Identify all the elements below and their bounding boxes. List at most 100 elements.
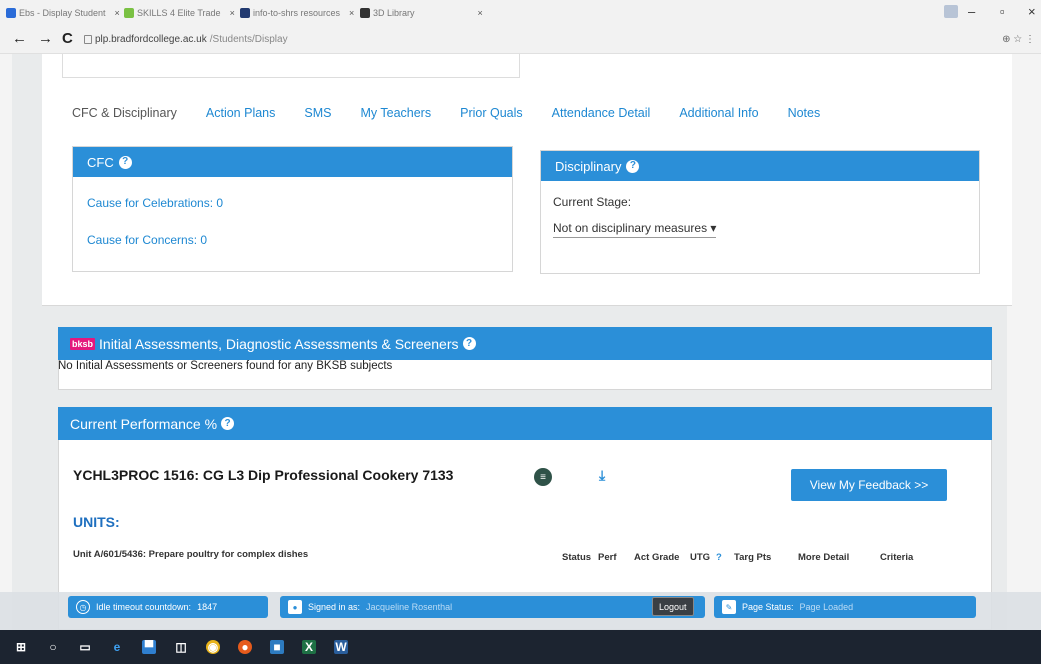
tab-action-plans[interactable]: Action Plans bbox=[206, 106, 275, 120]
signed-in-pill: ● Signed in as: Jacqueline Rosenthal bbox=[280, 596, 705, 618]
browser-tab-label: Ebs - Display Student bbox=[19, 8, 106, 18]
url-path: /Students/Display bbox=[209, 34, 288, 45]
help-icon[interactable]: ? bbox=[221, 417, 235, 430]
utg-help-icon[interactable]: ? bbox=[716, 552, 722, 563]
forward-arrow-icon[interactable]: → bbox=[38, 30, 53, 47]
tab-sms[interactable]: SMS bbox=[304, 106, 331, 120]
ebs-favicon-icon bbox=[6, 8, 16, 18]
search-icon[interactable]: ○ bbox=[46, 640, 60, 654]
idle-label: Idle timeout countdown: bbox=[96, 602, 192, 612]
col-status: Status bbox=[562, 552, 592, 563]
col-perf: Perf bbox=[598, 552, 617, 563]
col-utg: UTG bbox=[690, 552, 711, 563]
tab-attendance-detail[interactable]: Attendance Detail bbox=[552, 106, 651, 120]
course-info-icon[interactable]: ≡ bbox=[534, 468, 552, 486]
no-assessments-message: No Initial Assessments or Screeners foun… bbox=[58, 360, 393, 372]
disciplinary-header: Disciplinary ? bbox=[541, 151, 979, 181]
caret-down-icon: ▾ bbox=[710, 221, 717, 235]
url-input[interactable]: plp.bradfordcollege.ac.uk /Students/Disp… bbox=[84, 34, 288, 45]
browser-tab-1[interactable]: Ebs - Display Student × bbox=[6, 4, 120, 22]
close-tab-icon[interactable]: × bbox=[478, 8, 483, 18]
browser-tab-bar: Ebs - Display Student × SKILLS 4 Elite T… bbox=[0, 0, 1041, 24]
help-icon[interactable]: ? bbox=[462, 337, 476, 350]
col-targ-pts: Targ Pts bbox=[734, 552, 772, 563]
page-left-edge bbox=[0, 54, 12, 630]
previous-section-edge bbox=[62, 54, 520, 78]
file-explorer-icon[interactable]: ▀ bbox=[142, 640, 156, 654]
url-host: plp.bradfordcollege.ac.uk bbox=[95, 34, 207, 45]
tab-cfc-disciplinary[interactable]: CFC & Disciplinary bbox=[72, 106, 177, 120]
help-icon[interactable]: ? bbox=[118, 155, 132, 169]
browser-tab-label: info-to-shrs resources bbox=[253, 8, 341, 18]
performance-header: Current Performance % ? bbox=[58, 407, 992, 440]
browser-tab-2[interactable]: SKILLS 4 Elite Trade × bbox=[124, 4, 235, 22]
page-info-icon bbox=[84, 35, 92, 44]
page-status-value: Page Loaded bbox=[799, 602, 854, 612]
tab-my-teachers[interactable]: My Teachers bbox=[360, 106, 431, 120]
performance-title: Current Performance % bbox=[70, 415, 218, 432]
close-window-icon[interactable]: × bbox=[1028, 4, 1036, 19]
browser-tab-3[interactable]: info-to-shrs resources × bbox=[240, 4, 354, 22]
app-icon[interactable]: ■ bbox=[270, 640, 284, 654]
library-favicon-icon bbox=[360, 8, 370, 18]
chrome-icon[interactable]: ◉ bbox=[206, 640, 220, 654]
assessments-title: Initial Assessments, Diagnostic Assessme… bbox=[99, 335, 459, 352]
session-status-bar: ◷ Idle timeout countdown: 1847 ● Signed … bbox=[0, 592, 1041, 630]
cfc-header: CFC ? bbox=[73, 147, 512, 177]
unit-name: Unit A/601/5436: Prepare poultry for com… bbox=[73, 549, 309, 560]
task-view-icon[interactable]: ▭ bbox=[78, 640, 92, 654]
signed-in-label: Signed in as: bbox=[308, 602, 361, 612]
browser-tab-label: 3D Library bbox=[373, 8, 415, 18]
user-icon: ● bbox=[288, 600, 302, 614]
resources-favicon-icon bbox=[240, 8, 250, 18]
reload-icon[interactable]: C bbox=[62, 30, 73, 47]
word-icon[interactable]: W bbox=[334, 640, 348, 654]
start-windows-icon[interactable]: ⊞ bbox=[14, 640, 28, 654]
firefox-icon[interactable]: ● bbox=[238, 640, 252, 654]
tab-notes[interactable]: Notes bbox=[788, 106, 821, 120]
zoom-star-icons[interactable]: ⊕ ☆ ⋮ bbox=[1002, 34, 1035, 45]
browser-tab-4[interactable]: 3D Library × bbox=[360, 4, 483, 22]
tab-prior-quals[interactable]: Prior Quals bbox=[460, 106, 523, 120]
disciplinary-card: Disciplinary ? Current Stage: Not on dis… bbox=[540, 150, 980, 274]
store-icon[interactable]: ◫ bbox=[174, 640, 188, 654]
address-bar: ← → C plp.bradfordcollege.ac.uk /Student… bbox=[0, 24, 1041, 54]
help-icon[interactable]: ? bbox=[626, 159, 640, 173]
cause-for-concerns-link[interactable]: Cause for Concerns: 0 bbox=[87, 233, 207, 247]
page-content: CFC & Disciplinary Action Plans SMS My T… bbox=[0, 54, 1041, 630]
col-act-grade: Act Grade bbox=[634, 552, 680, 563]
edit-icon: ✎ bbox=[722, 600, 736, 614]
cfc-card: CFC ? Cause for Celebrations: 0 Cause fo… bbox=[72, 146, 513, 272]
idle-value: 1847 bbox=[197, 602, 218, 612]
edge-browser-icon[interactable]: e bbox=[110, 640, 124, 654]
col-more-detail: More Detail bbox=[798, 552, 850, 563]
excel-icon[interactable]: X bbox=[302, 640, 316, 654]
skills-favicon-icon bbox=[124, 8, 134, 18]
student-tabs: CFC & Disciplinary Action Plans SMS My T… bbox=[72, 106, 849, 120]
disciplinary-stage-select[interactable]: Not on disciplinary measures ▾ bbox=[553, 221, 717, 238]
close-tab-icon[interactable]: × bbox=[349, 8, 354, 18]
back-arrow-icon[interactable]: ← bbox=[12, 30, 27, 47]
cfc-title: CFC bbox=[87, 154, 114, 170]
disciplinary-title: Disciplinary bbox=[555, 158, 622, 174]
close-tab-icon[interactable]: × bbox=[230, 8, 235, 18]
profile-icon[interactable] bbox=[944, 5, 958, 18]
minimize-icon[interactable]: – bbox=[968, 4, 975, 19]
download-icon[interactable]: ⤓ bbox=[599, 467, 605, 484]
bksb-logo: bksb bbox=[70, 337, 96, 350]
page-status-pill: ✎ Page Status: Page Loaded bbox=[714, 596, 976, 618]
page-status-label: Page Status: bbox=[742, 602, 794, 612]
browser-tab-label: SKILLS 4 Elite Trade bbox=[137, 8, 221, 18]
assessments-header: bksb Initial Assessments, Diagnostic Ass… bbox=[58, 327, 992, 360]
view-my-feedback-button[interactable]: View My Feedback >> bbox=[791, 469, 947, 501]
idle-timeout-pill: ◷ Idle timeout countdown: 1847 bbox=[68, 596, 268, 618]
stage-value: Not on disciplinary measures bbox=[553, 221, 708, 235]
windows-taskbar: ⊞ ○ ▭ e ▀ ◫ ◉ ● ■ X W bbox=[0, 630, 1041, 664]
maximize-icon[interactable]: ▫ bbox=[1000, 4, 1005, 19]
units-heading: UNITS: bbox=[73, 514, 120, 530]
col-criteria: Criteria bbox=[880, 552, 914, 563]
cause-for-celebrations-link[interactable]: Cause for Celebrations: 0 bbox=[87, 196, 223, 210]
tab-additional-info[interactable]: Additional Info bbox=[679, 106, 758, 120]
logout-button[interactable]: Logout bbox=[652, 597, 694, 616]
close-tab-icon[interactable]: × bbox=[115, 8, 120, 18]
